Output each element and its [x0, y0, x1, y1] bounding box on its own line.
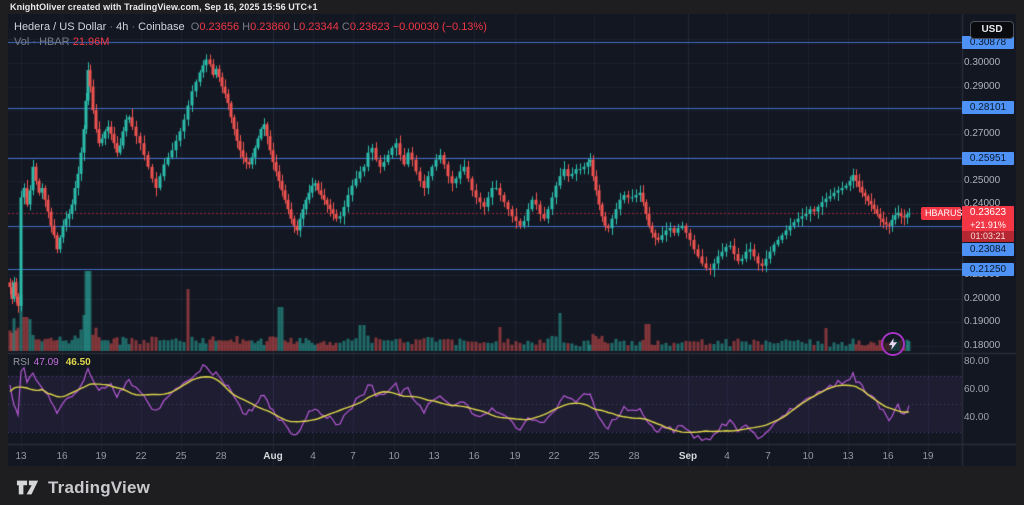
last-price-value: 0.23623 [962, 206, 1014, 220]
price-tick-label: 0.25000 [964, 175, 1000, 186]
rsi-label: RSI [13, 357, 30, 368]
price-level-chip[interactable]: 0.25951 [962, 152, 1014, 165]
time-tick-label: 16 [882, 451, 893, 462]
price-level-chip[interactable]: 0.21250 [962, 263, 1014, 276]
bar-countdown: 01:03:21 [962, 231, 1014, 242]
brand-wordmark: TradingView [48, 478, 150, 498]
time-tick-label: 7 [350, 451, 356, 462]
separator: · [109, 21, 113, 33]
time-tick-label: 25 [175, 451, 186, 462]
time-tick-label: 22 [135, 451, 146, 462]
time-tick-label: 16 [56, 451, 67, 462]
time-tick-label: 22 [548, 451, 559, 462]
close-label: C [342, 21, 350, 33]
last-price-percent: +21.91% [962, 220, 1014, 231]
change-value: −0.00030 (−0.13%) [393, 21, 487, 33]
separator: · [131, 21, 135, 33]
close-value: 0.23623 [350, 21, 390, 33]
time-tick-label: 4 [724, 451, 730, 462]
rsi-tick-label: 80.00 [964, 356, 989, 367]
attribution-text: KnightOliver created with TradingView.co… [10, 2, 318, 12]
time-tick-label: 19 [922, 451, 933, 462]
price-tick-label: 0.29000 [964, 81, 1000, 92]
price-tick-label: 0.20000 [964, 293, 1000, 304]
price-tick-label: 0.18000 [964, 340, 1000, 351]
symbol-title[interactable]: Hedera / US Dollar [14, 21, 106, 33]
tradingview-logo-icon [16, 477, 40, 498]
currency-toggle-button[interactable]: USD [970, 21, 1014, 39]
tradingview-export: KnightOliver created with TradingView.co… [0, 0, 1024, 505]
volume-label: Vol · HBAR [14, 36, 70, 48]
rsi-value: 47.09 [34, 357, 59, 368]
instant-trading-button[interactable] [881, 332, 905, 356]
price-tick-label: 0.27000 [964, 128, 1000, 139]
rsi-tick-label: 60.00 [964, 384, 989, 395]
time-tick-label: 28 [215, 451, 226, 462]
high-label: H [242, 21, 250, 33]
time-tick-label: 28 [628, 451, 639, 462]
open-value: 0.23656 [199, 21, 239, 33]
time-tick-label: 13 [15, 451, 26, 462]
time-tick-label: 19 [509, 451, 520, 462]
volume-value: 21.96M [73, 36, 110, 48]
time-tick-label: Sep [679, 451, 697, 462]
time-tick-label: 19 [95, 451, 106, 462]
chart-widget: Hedera / US Dollar · 4h · Coinbase O0.23… [8, 14, 1016, 466]
price-tick-label: 0.30000 [964, 57, 1000, 68]
time-tick-label: 7 [765, 451, 771, 462]
price-level-chip[interactable]: 0.23084 [962, 243, 1014, 256]
rsi-tick-label: 40.00 [964, 412, 989, 423]
time-tick-label: Aug [263, 451, 282, 462]
low-value: 0.23344 [299, 21, 339, 33]
exchange-name: Coinbase [138, 21, 184, 33]
time-tick-label: 25 [588, 451, 599, 462]
symbol-header[interactable]: Hedera / US Dollar · 4h · Coinbase O0.23… [14, 21, 487, 33]
tradingview-brand[interactable]: TradingView [16, 477, 150, 498]
rsi-ma-value: 46.50 [66, 357, 91, 368]
volume-header[interactable]: Vol · HBAR 21.96M [14, 36, 109, 48]
time-tick-label: 10 [388, 451, 399, 462]
high-value: 0.23860 [250, 21, 290, 33]
lightning-icon [886, 337, 900, 351]
time-tick-label: 13 [842, 451, 853, 462]
last-price-chip[interactable]: 0.23623 +21.91% 01:03:21 [962, 206, 1014, 242]
price-tick-label: 0.19000 [964, 316, 1000, 327]
price-level-chip[interactable]: 0.28101 [962, 101, 1014, 114]
time-tick-label: 13 [428, 451, 439, 462]
interval-value[interactable]: 4h [116, 21, 128, 33]
time-tick-label: 4 [310, 451, 316, 462]
rsi-legend[interactable]: RSI 47.09 46.50 [13, 357, 91, 368]
last-price-symbol-tag[interactable]: HBARUSD [921, 207, 961, 220]
chart-canvas[interactable] [8, 14, 1016, 466]
time-tick-label: 10 [802, 451, 813, 462]
time-tick-label: 16 [468, 451, 479, 462]
